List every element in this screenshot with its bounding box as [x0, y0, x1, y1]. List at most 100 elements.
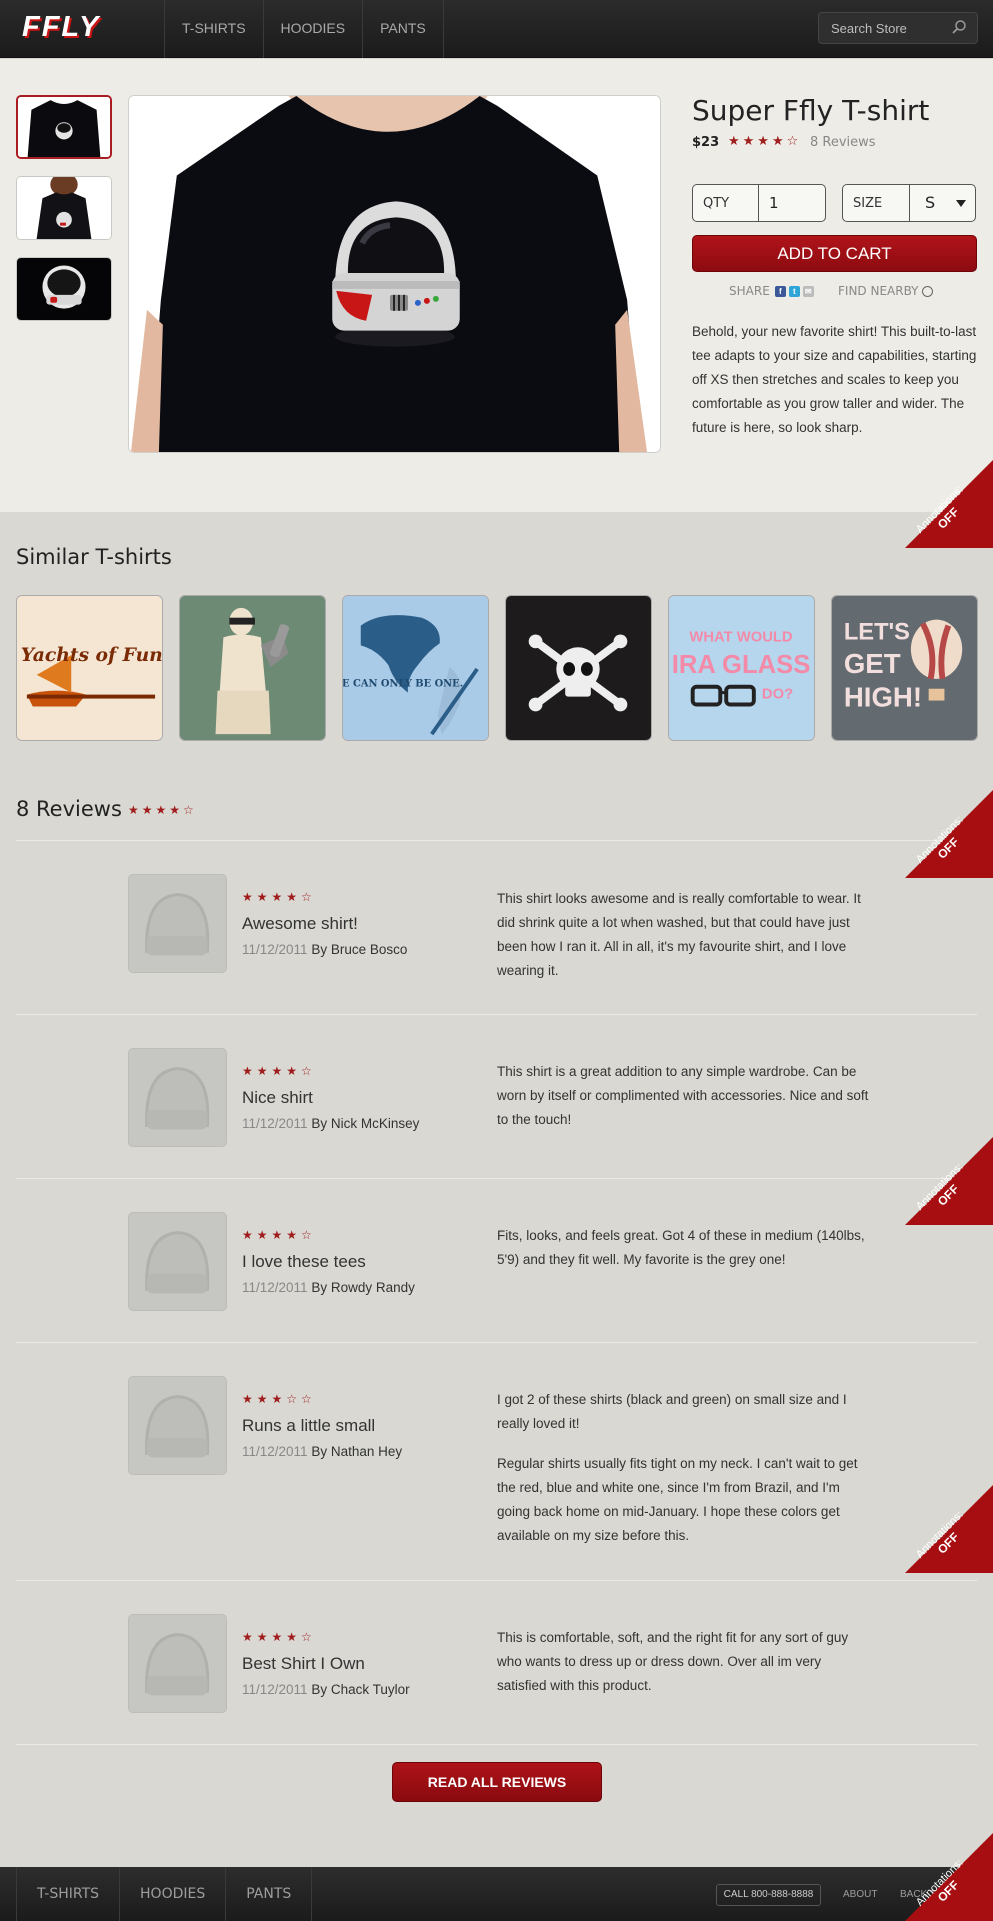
find-nearby-label: FIND NEARBY	[838, 284, 919, 298]
svg-text:HIGH!: HIGH!	[844, 681, 922, 712]
review-date: 11/12/2011	[242, 942, 308, 957]
main-nav: T-SHIRTS HOODIES PANTS	[164, 0, 444, 58]
quantity-label: QTY	[703, 196, 730, 211]
ffly-logo[interactable]: FFLY	[22, 12, 100, 42]
review-date: 11/12/2011	[242, 1280, 308, 1295]
review-title: Awesome shirt!	[242, 914, 358, 933]
annotations-toggle[interactable]: Annotations: OFF	[905, 460, 993, 548]
annotations-toggle[interactable]: Annotations: OFF	[905, 790, 993, 878]
footer: T-SHIRTS HOODIES PANTS CALL 800-888-8888…	[0, 1867, 993, 1921]
quantity-field: QTY	[692, 184, 826, 222]
product-reviews-link[interactable]: 8 Reviews	[810, 135, 876, 150]
footer-nav-tshirts[interactable]: T-SHIRTS	[17, 1867, 121, 1921]
review-text: This shirt looks awesome and is really c…	[497, 891, 861, 978]
svg-text:LET'S: LET'S	[844, 619, 910, 645]
avatar	[128, 1376, 227, 1475]
review-title: Nice shirt	[242, 1088, 313, 1107]
annotations-toggle[interactable]: Annotations: OFF	[905, 1137, 993, 1225]
svg-text:GET: GET	[844, 648, 901, 679]
svg-text:IRA GLASS: IRA GLASS	[672, 651, 811, 679]
svg-text:WHAT WOULD: WHAT WOULD	[689, 629, 792, 645]
review-meta: 11/12/2011 By Nick McKinsey	[242, 1116, 419, 1131]
location-icon	[922, 285, 934, 297]
review-stars: ★★★★☆	[242, 1630, 316, 1644]
quantity-input[interactable]	[763, 189, 821, 217]
divider	[16, 1744, 977, 1745]
similar-item[interactable]: Yachts of Fun!	[16, 595, 163, 741]
search-icon[interactable]	[951, 19, 967, 35]
reviews-title: 8 Reviews	[16, 797, 122, 821]
reviews-average-stars: ★★★★☆	[128, 803, 197, 817]
avatar	[128, 874, 227, 973]
review-stars: ★★★★☆	[242, 1064, 316, 1078]
review-author: By Rowdy Randy	[311, 1280, 415, 1295]
divider	[16, 1178, 977, 1179]
share-bar: SHARE f t ✉	[729, 284, 814, 298]
similar-item[interactable]: WHAT WOULD IRA GLASS DO?	[668, 595, 815, 741]
nav-hoodies[interactable]: HOODIES	[264, 0, 364, 58]
top-navbar: FFLY T-SHIRTS HOODIES PANTS	[0, 0, 993, 58]
similar-item-text: THERE CAN ONLY BE ONE.	[343, 679, 463, 690]
footer-about-link[interactable]: ABOUT	[843, 1889, 877, 1900]
avatar	[128, 1212, 227, 1311]
similar-item[interactable]	[505, 595, 652, 741]
size-select[interactable]: SIZE S	[842, 184, 976, 222]
size-value: S	[925, 193, 936, 212]
review-stars: ★★★☆☆	[242, 1392, 316, 1406]
review-text: Fits, looks, and feels great. Got 4 of t…	[497, 1228, 865, 1267]
size-divider	[909, 185, 910, 221]
product-description: Behold, your new favorite shirt! This bu…	[692, 324, 977, 435]
similar-item[interactable]: THERE CAN ONLY BE ONE.	[342, 595, 489, 741]
find-nearby-link[interactable]: FIND NEARBY	[838, 284, 934, 298]
review-stars: ★★★★☆	[242, 1228, 316, 1242]
footer-nav: T-SHIRTS HOODIES PANTS	[16, 1867, 313, 1921]
product-main-image	[128, 95, 661, 453]
similar-title: Similar T-shirts	[16, 545, 172, 569]
divider	[16, 1014, 977, 1015]
review-meta: 11/12/2011 By Chack Tuylor	[242, 1682, 410, 1697]
product-thumbnail-female[interactable]	[16, 176, 112, 240]
twitter-icon[interactable]: t	[788, 285, 800, 297]
annotations-toggle[interactable]: Annotations: OFF	[905, 1485, 993, 1573]
call-phone-badge[interactable]: CALL 800-888-8888	[716, 1884, 821, 1906]
divider	[16, 1580, 977, 1581]
divider	[16, 1342, 977, 1343]
divider	[16, 840, 977, 841]
nav-tshirts[interactable]: T-SHIRTS	[165, 0, 264, 58]
review-text: This is comfortable, soft, and the right…	[497, 1630, 849, 1693]
product-thumbnail-front[interactable]	[16, 95, 112, 159]
read-all-reviews-button[interactable]: READ ALL REVIEWS	[392, 1762, 602, 1802]
review-stars: ★★★★☆	[242, 890, 316, 904]
annotations-toggle[interactable]: Annotations: OFF	[905, 1833, 993, 1921]
search-box	[818, 12, 978, 44]
review-title: Runs a little small	[242, 1416, 376, 1435]
svg-text:DO?: DO?	[762, 687, 793, 703]
quantity-divider	[758, 185, 759, 221]
add-to-cart-button[interactable]: ADD TO CART	[692, 235, 977, 272]
review-meta: 11/12/2011 By Bruce Bosco	[242, 942, 407, 957]
review-date: 11/12/2011	[242, 1116, 308, 1131]
product-rating-stars: ★★★★☆	[728, 134, 802, 149]
size-label: SIZE	[853, 196, 883, 211]
review-date: 11/12/2011	[242, 1682, 308, 1697]
share-label: SHARE	[729, 284, 770, 298]
search-input[interactable]	[819, 13, 947, 43]
avatar	[128, 1614, 227, 1713]
review-author: By Nathan Hey	[311, 1444, 403, 1459]
footer-nav-pants[interactable]: PANTS	[226, 1867, 313, 1921]
avatar	[128, 1048, 227, 1147]
facebook-icon[interactable]: f	[774, 285, 786, 297]
review-author: By Bruce Bosco	[311, 942, 408, 957]
footer-nav-hoodies[interactable]: HOODIES	[120, 1867, 227, 1921]
review-author: By Chack Tuylor	[311, 1682, 410, 1697]
review-title: I love these tees	[242, 1252, 366, 1271]
nav-pants[interactable]: PANTS	[363, 0, 444, 58]
product-price: $23	[692, 135, 720, 150]
similar-item[interactable]	[179, 595, 326, 741]
product-title: Super Ffly T-shirt	[692, 94, 930, 127]
product-thumbnail-closeup[interactable]	[16, 257, 112, 321]
review-meta: 11/12/2011 By Rowdy Randy	[242, 1280, 415, 1295]
review-meta: 11/12/2011 By Nathan Hey	[242, 1444, 402, 1459]
email-icon[interactable]: ✉	[802, 285, 814, 297]
similar-item[interactable]: LET'S GET HIGH!	[831, 595, 978, 741]
